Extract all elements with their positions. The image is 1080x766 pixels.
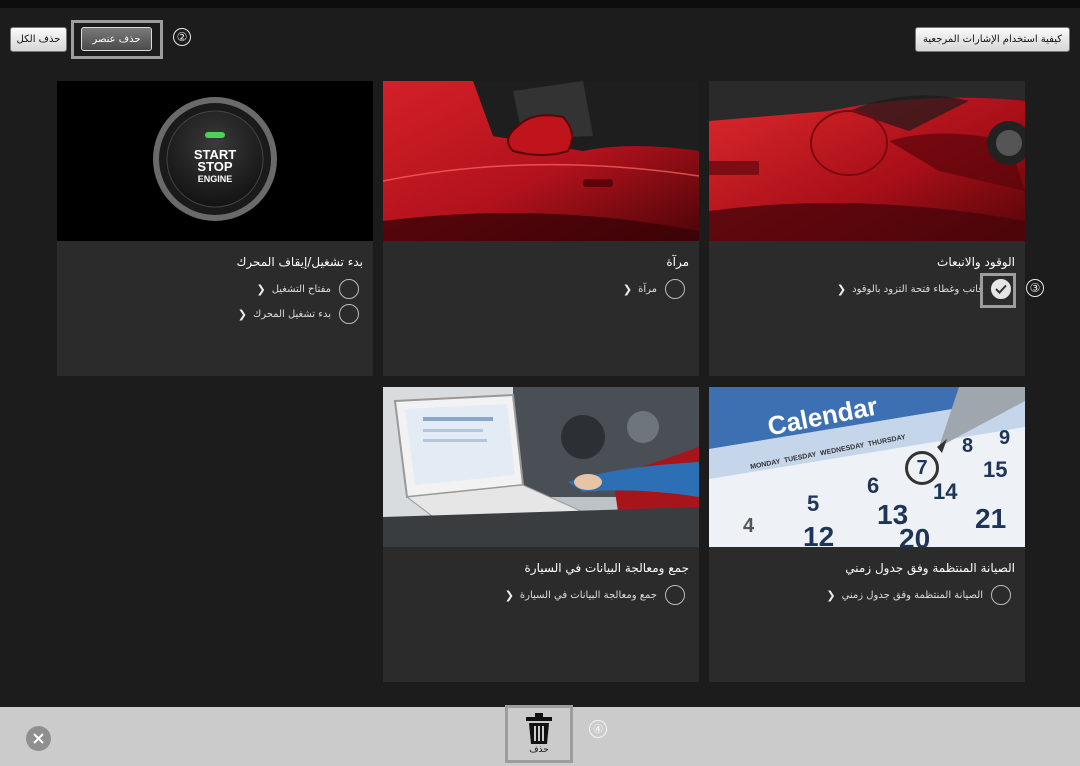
chevron-right-icon: ❯	[836, 282, 847, 296]
date-number: 4	[743, 515, 755, 537]
top-strip	[0, 0, 1080, 8]
date-number: 12	[803, 521, 835, 547]
callout-3: ③	[1026, 279, 1044, 297]
list-item[interactable]: مفتاح التشغيل ❯	[256, 278, 359, 300]
list-item[interactable]: مرآة ❯	[623, 278, 685, 300]
chevron-right-icon: ❯	[622, 282, 633, 296]
fuel-door-image	[709, 81, 1025, 241]
calendar-image: Calendar MONDAY TUESDAY WEDNESDAY THURSD…	[709, 387, 1025, 547]
list-item-label: قاتب وغطاء فتحة التزود بالوقود	[852, 283, 983, 295]
date-number: 14	[933, 479, 958, 504]
chevron-right-icon: ❯	[504, 588, 514, 602]
checkbox[interactable]	[339, 304, 359, 324]
stop-text: STOP	[197, 159, 233, 174]
list-item-label: الصيانة المنتظمة وفق جدول زمني	[841, 589, 983, 601]
date-number: 6	[867, 473, 880, 498]
card-title: الصيانة المنتظمة وفق جدول زمني	[845, 561, 1015, 575]
checkbox[interactable]	[339, 279, 359, 299]
card-mirror: مرآة مرآة ❯	[383, 81, 699, 376]
delete-label: حذف	[529, 745, 549, 755]
date-number: 9	[999, 427, 1011, 449]
close-icon	[33, 733, 44, 744]
callout-frame-checkbox	[980, 273, 1016, 308]
laptop-diagnostics-image	[383, 387, 699, 547]
how-to-use-bookmarks-button[interactable]: كيفية استخدام الإشارات المرجعية	[915, 27, 1070, 52]
card-data-collection: جمع ومعالجة البيانات في السيارة جمع ومعا…	[383, 387, 699, 682]
callout-4: ④	[589, 720, 607, 738]
card-title: بدء تشغيل/إيقاف المحرك	[236, 255, 363, 269]
engine-text: ENGINE	[197, 174, 233, 184]
list-item-label: بدء تشغيل المحرك	[252, 308, 331, 320]
card-title: جمع ومعالجة البيانات في السيارة	[524, 561, 689, 575]
date-number: 15	[983, 457, 1008, 482]
delete-item-button[interactable]: حذف عنصر	[81, 27, 152, 51]
card-maintenance: Calendar MONDAY TUESDAY WEDNESDAY THURSD…	[709, 387, 1025, 682]
checkbox[interactable]	[991, 585, 1011, 605]
delete-all-button[interactable]: حذف الكل	[10, 27, 67, 52]
list-item[interactable]: بدء تشغيل المحرك ❯	[238, 303, 359, 325]
checkbox[interactable]	[665, 279, 685, 299]
close-button[interactable]	[26, 726, 51, 751]
checkbox[interactable]	[665, 585, 685, 605]
date-number: 8	[962, 435, 974, 457]
card-fuel: الوقود والانبعاث قاتب وغطاء فتحة التزود …	[709, 81, 1025, 376]
delete-button[interactable]: حذف	[505, 705, 573, 763]
chevron-right-icon: ❯	[256, 282, 266, 296]
date-number: 5	[807, 491, 820, 516]
card-title: مرآة	[666, 255, 689, 269]
card-title: الوقود والانبعاث	[937, 255, 1015, 269]
card-start-stop: START STOP ENGINE بدء تشغيل/إيقاف المحرك…	[57, 81, 373, 376]
date-number: 21	[975, 503, 1007, 534]
chevron-right-icon: ❯	[826, 588, 836, 602]
date-number: 20	[899, 523, 931, 547]
list-item-label: جمع ومعالجة البيانات في السيارة	[519, 589, 657, 601]
list-item-label: مفتاح التشغيل	[271, 283, 331, 295]
list-item[interactable]: الصيانة المنتظمة وفق جدول زمني ❯	[826, 584, 1011, 606]
side-mirror-image	[383, 81, 699, 241]
list-item-label: مرآة	[638, 283, 657, 295]
callout-2: ②	[173, 28, 191, 46]
start-stop-button-image: START STOP ENGINE	[57, 81, 373, 241]
trash-icon	[526, 713, 552, 744]
chevron-right-icon: ❯	[237, 307, 247, 321]
list-item[interactable]: جمع ومعالجة البيانات في السيارة ❯	[505, 584, 685, 606]
